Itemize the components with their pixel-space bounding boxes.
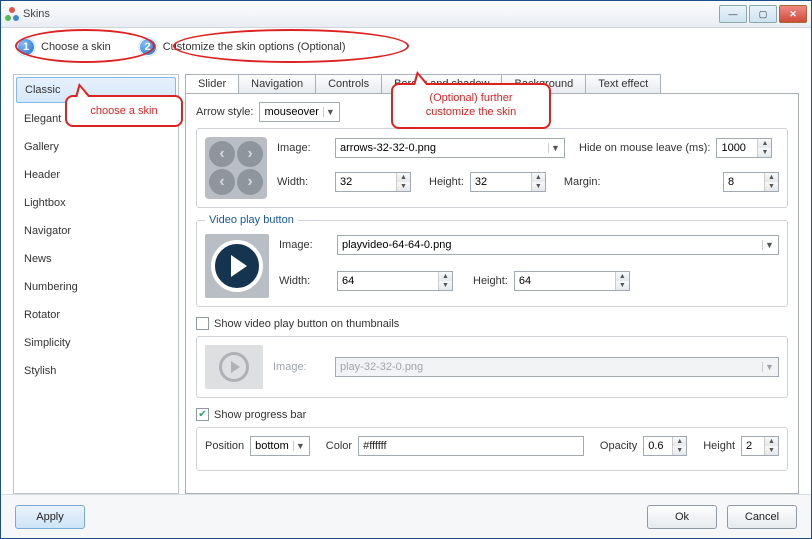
tab-text-effect[interactable]: Text effect: [585, 74, 661, 93]
video-height-label: Height:: [473, 275, 508, 287]
thumb-play-image-select: play-32-32-0.png▼: [335, 357, 779, 377]
arrow-image-label: Image:: [277, 142, 329, 154]
video-image-select[interactable]: playvideo-64-64-0.png▼: [337, 235, 779, 255]
skin-list: ClassicElegantGalleryHeaderLightboxNavig…: [13, 74, 179, 494]
arrow-width-label: Width:: [277, 176, 329, 188]
thumb-play-checkbox[interactable]: [196, 317, 209, 330]
progress-label: Show progress bar: [214, 409, 306, 421]
sidebar-item-numbering[interactable]: Numbering: [14, 273, 178, 301]
thumb-play-image-label: Image:: [273, 361, 325, 373]
thumb-play-group: Image: play-32-32-0.png▼: [196, 336, 788, 398]
step-number-1-icon: 1: [17, 38, 35, 56]
app-icon: [5, 7, 19, 21]
titlebar: Skins — ▢ ✕: [1, 1, 811, 28]
sidebar-item-news[interactable]: News: [14, 245, 178, 273]
arrow-style-select[interactable]: mouseover▼: [259, 102, 339, 122]
ok-button[interactable]: Ok: [647, 505, 717, 529]
thumb-play-label: Show video play button on thumbnails: [214, 318, 399, 330]
arrow-thumbnail-icon: ‹›‹›: [205, 137, 267, 199]
video-height-spinner[interactable]: ▲▼: [514, 271, 630, 291]
progress-position-label: Position: [205, 440, 244, 452]
minimize-button[interactable]: —: [719, 5, 747, 23]
arrow-style-label: Arrow style:: [196, 106, 253, 118]
dialog-footer: Apply Ok Cancel: [1, 494, 811, 538]
video-width-label: Width:: [279, 275, 331, 287]
arrow-hide-spinner[interactable]: ▲▼: [716, 138, 772, 158]
video-image-label: Image:: [279, 239, 331, 251]
video-legend: Video play button: [205, 214, 298, 226]
step-1-label: Choose a skin: [41, 41, 111, 53]
sidebar-item-lightbox[interactable]: Lightbox: [14, 189, 178, 217]
arrow-margin-label: Margin:: [564, 176, 601, 188]
cancel-button[interactable]: Cancel: [727, 505, 797, 529]
window-title: Skins: [23, 8, 50, 20]
tab-navigation[interactable]: Navigation: [238, 74, 316, 93]
arrow-image-select[interactable]: arrows-32-32-0.png▼: [335, 138, 565, 158]
progress-checkbox[interactable]: ✔: [196, 408, 209, 421]
progress-height-label: Height: [703, 440, 735, 452]
step-choose-skin: 1 Choose a skin: [17, 38, 111, 56]
arrow-height-label: Height:: [429, 176, 464, 188]
play-thumbnail-icon: [205, 234, 269, 298]
maximize-button[interactable]: ▢: [749, 5, 777, 23]
progress-color-label: Color: [326, 440, 352, 452]
tab-bar: SliderNavigationControlsBorder and shado…: [185, 74, 799, 93]
step-customize: 2 Customize the skin options (Optional): [139, 38, 346, 56]
sidebar-item-rotator[interactable]: Rotator: [14, 301, 178, 329]
tab-slider[interactable]: Slider: [185, 74, 239, 93]
video-width-spinner[interactable]: ▲▼: [337, 271, 453, 291]
sidebar-item-gallery[interactable]: Gallery: [14, 133, 178, 161]
sidebar-item-classic[interactable]: Classic: [16, 77, 176, 103]
sidebar-item-navigator[interactable]: Navigator: [14, 217, 178, 245]
arrow-width-spinner[interactable]: ▲▼: [335, 172, 411, 192]
skins-dialog: Skins — ▢ ✕ 1 Choose a skin 2 Customize …: [0, 0, 812, 539]
step-2-label: Customize the skin options (Optional): [163, 41, 346, 53]
slider-panel: Arrow style: mouseover▼ ‹›‹› Image:: [185, 93, 799, 494]
arrow-height-spinner[interactable]: ▲▼: [470, 172, 546, 192]
sidebar-item-simplicity[interactable]: Simplicity: [14, 329, 178, 357]
progress-color-input[interactable]: [358, 436, 584, 456]
progress-group: Position bottom▼ Color Opacity ▲▼ Height: [196, 427, 788, 471]
progress-checkbox-row: ✔ Show progress bar: [196, 408, 788, 421]
arrow-hide-label: Hide on mouse leave (ms):: [579, 142, 710, 154]
arrow-group: ‹›‹› Image: arrows-32-32-0.png▼ Hide on …: [196, 128, 788, 208]
tab-border-and-shadow[interactable]: Border and shadow: [381, 74, 502, 93]
arrow-margin-spinner[interactable]: ▲▼: [723, 172, 779, 192]
progress-opacity-label: Opacity: [600, 440, 637, 452]
thumb-play-small-icon: [205, 345, 263, 389]
thumb-play-checkbox-row: Show video play button on thumbnails: [196, 317, 788, 330]
tab-background[interactable]: Background: [501, 74, 586, 93]
tab-controls[interactable]: Controls: [315, 74, 382, 93]
progress-opacity-spinner[interactable]: ▲▼: [643, 436, 687, 456]
sidebar-item-stylish[interactable]: Stylish: [14, 357, 178, 385]
progress-height-spinner[interactable]: ▲▼: [741, 436, 779, 456]
sidebar-item-header[interactable]: Header: [14, 161, 178, 189]
apply-button[interactable]: Apply: [15, 505, 85, 529]
wizard-header: 1 Choose a skin 2 Customize the skin opt…: [1, 28, 811, 66]
video-play-group: Video play button Image: playvideo-64-64…: [196, 214, 788, 307]
step-number-2-icon: 2: [139, 38, 157, 56]
close-button[interactable]: ✕: [779, 5, 807, 23]
sidebar-item-elegant[interactable]: Elegant: [14, 105, 178, 133]
progress-position-select[interactable]: bottom▼: [250, 436, 310, 456]
